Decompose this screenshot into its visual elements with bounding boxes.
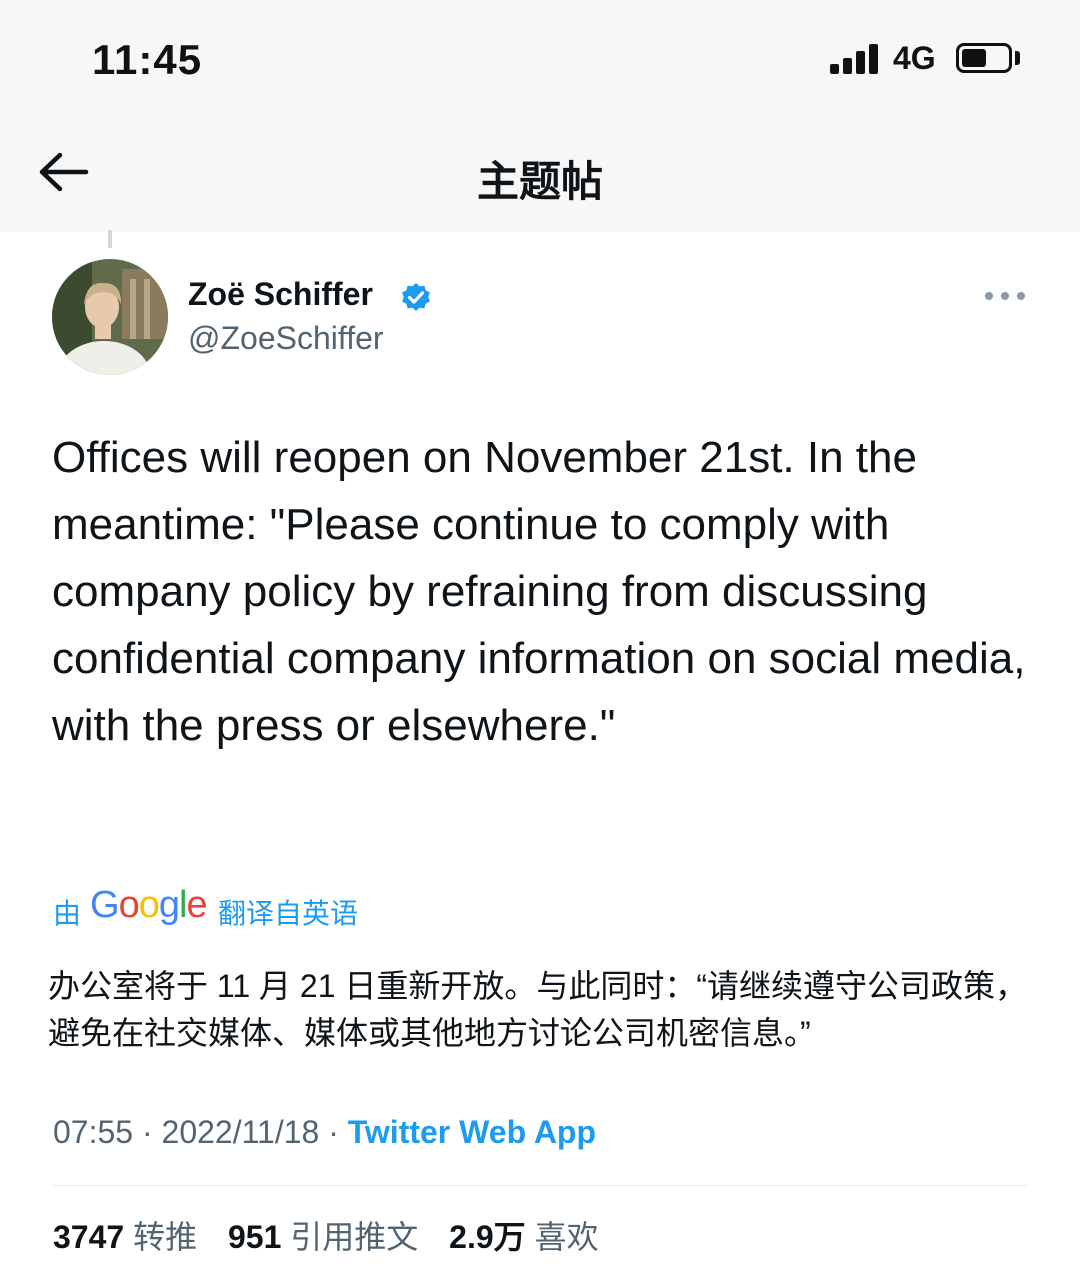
battery-icon	[956, 43, 1012, 73]
display-name[interactable]: Zoë Schiffer	[188, 276, 373, 313]
quotes-label: 引用推文	[290, 1219, 419, 1255]
meta-separator: ·	[328, 1114, 339, 1150]
quotes-count: 951	[227, 1219, 282, 1255]
page-title: 主题帖	[476, 158, 603, 205]
meta-separator: ·	[141, 1114, 153, 1150]
tweet-text: Offices will reopen on November 21st. In…	[52, 433, 1026, 750]
tweet-source-link[interactable]: Twitter Web App	[348, 1114, 596, 1150]
translation-suffix: 翻译自英语	[218, 898, 359, 929]
tweet-meta: 07:55 · 2022/11/18 · Twitter Web App	[53, 1114, 596, 1151]
battery-level	[962, 49, 986, 67]
more-options-button[interactable]	[984, 286, 1026, 306]
tweet-stats: 3747 转推 951 引用推文 2.9万 喜欢	[53, 1212, 621, 1258]
quotes-stat[interactable]: 951 引用推文	[228, 1219, 440, 1255]
battery-cap	[1015, 51, 1020, 65]
translated-text: 办公室将于 11 月 21 日重新开放。与此同时：“请继续遵守公司政策，避免在社…	[48, 968, 1028, 1051]
retweets-label: 转推	[133, 1219, 198, 1255]
network-type: 4G	[893, 40, 936, 76]
google-logo: Google	[90, 884, 208, 926]
likes-count: 2.9万	[449, 1219, 526, 1255]
translation-prefix: 由	[53, 898, 82, 929]
retweets-stat[interactable]: 3747 转推	[53, 1219, 219, 1255]
tweet-date: 2022/11/18	[161, 1114, 320, 1150]
divider	[52, 1185, 1028, 1186]
thread-connector-line	[108, 230, 112, 248]
avatar-image	[52, 259, 168, 375]
signal-bars-icon	[830, 44, 882, 74]
tweet-time: 07:55	[53, 1114, 134, 1150]
status-time: 11:45	[92, 36, 203, 83]
likes-label: 喜欢	[534, 1219, 599, 1255]
avatar[interactable]	[52, 259, 168, 375]
user-handle[interactable]: @ZoeSchiffer	[188, 320, 384, 357]
translation-attribution[interactable]: 由 Google 翻译自英语	[53, 884, 653, 934]
retweets-count: 3747	[53, 1219, 125, 1255]
likes-stat[interactable]: 2.9万 喜欢	[449, 1219, 620, 1255]
verified-badge-icon	[400, 282, 432, 314]
more-horizontal-icon	[985, 292, 1025, 300]
